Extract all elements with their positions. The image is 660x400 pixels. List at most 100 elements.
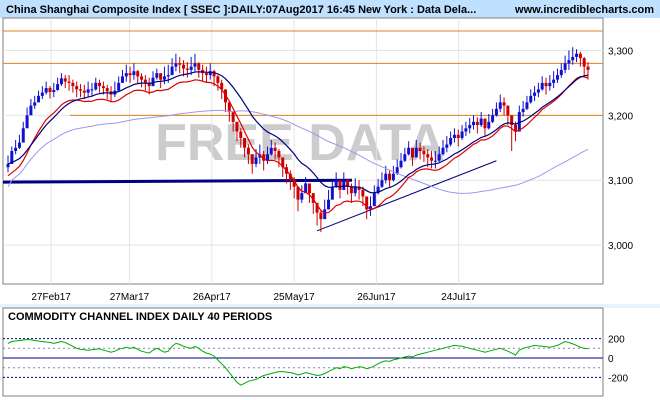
candle-body: [464, 128, 468, 132]
candle-body: [40, 92, 44, 96]
candle-body: [124, 73, 128, 77]
candle-body: [59, 78, 63, 85]
candle-body: [120, 76, 124, 83]
candle-body: [204, 73, 208, 76]
candle-body: [586, 66, 590, 70]
candle-body: [575, 53, 579, 57]
candle-body: [452, 134, 456, 139]
candle-body: [48, 88, 52, 92]
candle-body: [86, 89, 90, 93]
price-y-tick-label: 3,300: [608, 46, 633, 57]
price-x-tick-labels: 27Feb17 27Mar17 26Apr17 25May17 26Jun17 24Jul…: [31, 292, 476, 303]
candle-body: [544, 82, 548, 87]
price-x-tick-label: 24Jul17: [441, 292, 476, 303]
candle-body: [437, 154, 441, 161]
candle-body: [243, 138, 247, 148]
candle-body: [529, 95, 533, 103]
candle-body: [189, 66, 193, 70]
candle-body: [571, 56, 575, 61]
candle-body: [178, 63, 182, 65]
candle-body: [456, 134, 460, 139]
support-line-heavy: [2, 178, 353, 184]
candle-body: [37, 95, 41, 103]
cci-y-tick-label: -200: [608, 373, 628, 384]
candle-body: [342, 180, 346, 190]
candle-body: [197, 63, 201, 70]
cci-y-tick-labels: 200 0 -200: [608, 335, 628, 385]
price-y-tick-labels: 3,000 3,100 3,200 3,300: [608, 46, 633, 252]
cci-y-tick-label: 0: [608, 354, 614, 365]
candle-body: [506, 105, 510, 116]
candle-body: [273, 147, 277, 151]
candle-body: [380, 180, 384, 187]
cci-panel: COMMODITY CHANNEL INDEX DAILY 40 PERIODS…: [2, 307, 628, 397]
chart-canvas: China Shanghai Composite Index [ SSEC ]:…: [0, 0, 660, 397]
candle-body: [79, 89, 82, 91]
candle-body: [182, 64, 186, 69]
candle-body: [536, 89, 540, 93]
cci-y-tick-label: 200: [608, 335, 625, 346]
candle-body: [349, 186, 353, 194]
candle-body: [159, 73, 163, 80]
candle-body: [540, 82, 544, 90]
panel-divider: [0, 304, 660, 308]
candle-body: [430, 157, 434, 161]
candle-body: [140, 76, 144, 80]
candle-body: [353, 186, 357, 194]
candle-body: [422, 151, 426, 155]
candle-body: [327, 199, 331, 210]
price-x-tick-label: 26Apr17: [193, 292, 231, 303]
candle-body: [162, 76, 166, 80]
candle-body: [277, 151, 281, 158]
candle-body: [14, 147, 18, 151]
candle-body: [578, 53, 582, 59]
candle-body: [105, 88, 109, 92]
candle-body: [498, 102, 502, 109]
candle-body: [426, 154, 430, 158]
candle-body: [90, 89, 94, 91]
candle-body: [44, 88, 48, 93]
candle-body: [334, 180, 338, 187]
candle-body: [388, 173, 392, 181]
candle-body: [319, 212, 323, 220]
candle-body: [246, 147, 250, 155]
candle-body: [460, 131, 464, 139]
candle-body: [98, 82, 102, 87]
candle-body: [449, 138, 453, 145]
candle-body: [63, 78, 67, 82]
candle-body: [33, 102, 37, 106]
candle-body: [563, 63, 567, 70]
price-x-tick-label: 27Mar17: [110, 292, 150, 303]
candle-body: [235, 121, 239, 132]
price-x-tick-label: 26Jun17: [357, 292, 396, 303]
candle-body: [533, 92, 537, 96]
candle-body: [254, 157, 258, 164]
candle-body: [525, 102, 529, 109]
candle-body: [231, 112, 235, 122]
candle-body: [300, 193, 304, 200]
candle-body: [487, 121, 491, 129]
candle-body: [170, 66, 174, 76]
candle-body: [17, 142, 21, 148]
candle-body: [323, 209, 327, 220]
candle-body: [94, 82, 98, 90]
candle-body: [185, 68, 189, 70]
candle-body: [491, 115, 495, 122]
candle-body: [193, 63, 197, 67]
candle-body: [548, 82, 552, 87]
site-label: www.incrediblecharts.com: [514, 4, 654, 16]
candle-body: [399, 160, 403, 168]
price-y-tick-label: 3,200: [608, 111, 633, 122]
candle-body: [330, 186, 334, 200]
candle-body: [567, 60, 571, 64]
candle-body: [433, 160, 437, 162]
candle-body: [136, 71, 140, 77]
candle-body: [441, 147, 445, 155]
price-panel: FREE DATA 3,0003,1003,2003,300 27Feb17 27…: [2, 17, 633, 303]
candle-body: [483, 118, 487, 129]
candle-body: [132, 71, 136, 76]
candle-body: [494, 108, 498, 116]
candle-body: [143, 79, 147, 83]
candle-body: [25, 115, 29, 129]
candle-body: [67, 81, 71, 83]
